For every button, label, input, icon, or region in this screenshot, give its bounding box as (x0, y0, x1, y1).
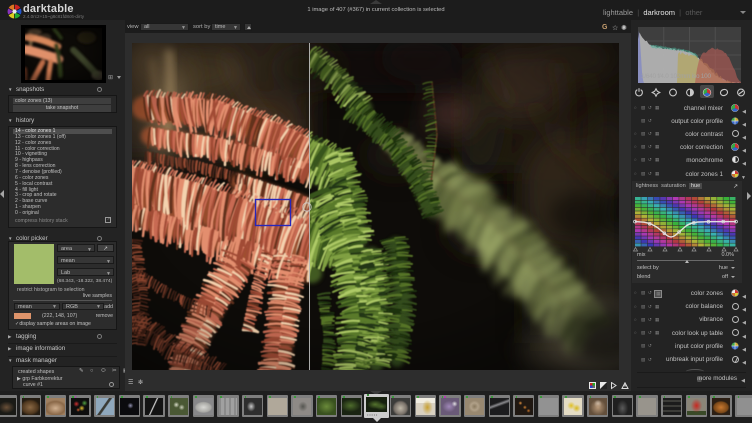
svg-text:1/640 f/4.0 102mm iso 100: 1/640 f/4.0 102mm iso 100 (641, 73, 711, 80)
